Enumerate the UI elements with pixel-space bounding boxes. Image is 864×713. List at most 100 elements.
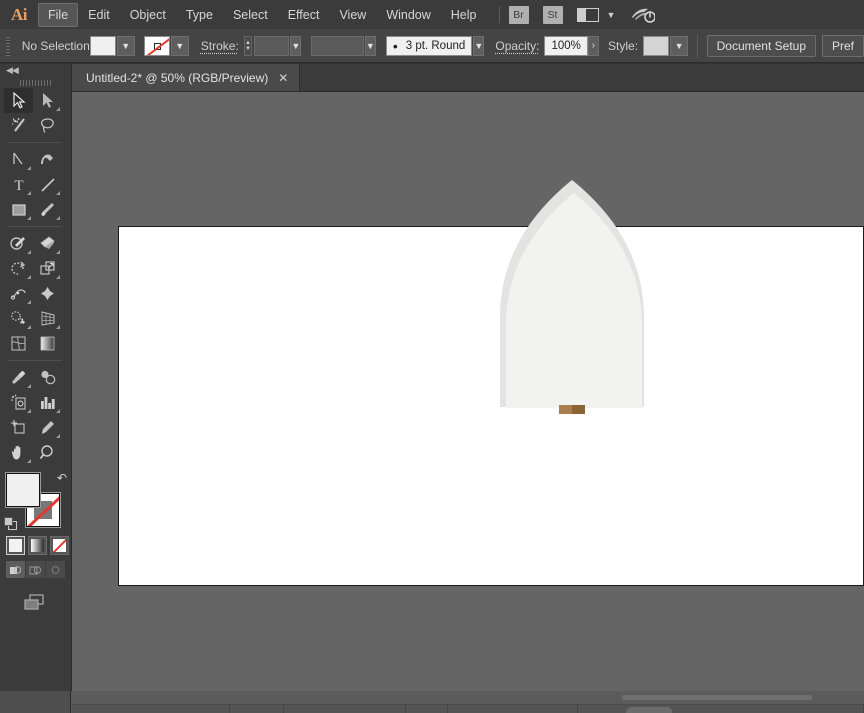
creative-cloud-icon[interactable] <box>631 6 656 24</box>
change-screen-mode-icon[interactable] <box>0 592 71 612</box>
selection-tool[interactable] <box>4 88 33 113</box>
menu-type[interactable]: Type <box>176 3 223 27</box>
opacity-field[interactable]: 100% <box>544 35 588 56</box>
eyedropper-tool[interactable] <box>4 365 33 390</box>
paintbrush-tool[interactable] <box>33 197 62 222</box>
menu-view[interactable]: View <box>329 3 376 27</box>
stroke-weight-field[interactable] <box>254 35 290 56</box>
menu-select[interactable]: Select <box>223 3 278 27</box>
document-tab[interactable]: Untitled-2* @ 50% (RGB/Preview) ✕ <box>72 64 301 91</box>
opacity-label[interactable]: Opacity: <box>495 39 539 53</box>
fill-swatch[interactable] <box>89 35 116 56</box>
menu-help[interactable]: Help <box>441 3 487 27</box>
tools-panel-header: ◀◀ <box>0 64 71 77</box>
color-fill-mode[interactable] <box>6 536 25 555</box>
status-cell <box>578 705 864 713</box>
draw-behind-mode[interactable] <box>26 561 45 578</box>
bridge-button[interactable]: Br <box>508 5 529 24</box>
close-icon[interactable]: ✕ <box>278 72 288 84</box>
direct-selection-tool[interactable] <box>33 88 62 113</box>
menu-edit[interactable]: Edit <box>78 3 120 27</box>
width-tool[interactable] <box>4 281 33 306</box>
type-tool[interactable]: T <box>4 172 33 197</box>
scrollbar-thumb[interactable] <box>622 695 812 700</box>
collapse-panel-icon[interactable]: ◀◀ <box>6 65 19 76</box>
column-graph-tool[interactable] <box>33 390 62 415</box>
free-transform-tool[interactable] <box>33 281 62 306</box>
status-bar-left <box>0 691 71 713</box>
shape-builder-tool[interactable] <box>4 306 33 331</box>
mesh-tool[interactable] <box>4 331 33 356</box>
scale-tool[interactable] <box>33 256 62 281</box>
tool-flyout-indicator <box>56 434 60 438</box>
horizontal-scrollbar[interactable] <box>72 691 864 704</box>
draw-normal-mode[interactable] <box>6 561 25 578</box>
tool-flyout-indicator <box>27 300 31 304</box>
curvature-tool[interactable] <box>33 147 62 172</box>
menu-window[interactable]: Window <box>376 3 440 27</box>
stock-button[interactable]: St <box>542 5 563 24</box>
style-control[interactable]: ▼ <box>643 35 689 56</box>
shaper-tool[interactable] <box>4 231 33 256</box>
gradient-tool[interactable] <box>33 331 62 356</box>
fill-dropdown-icon[interactable]: ▼ <box>116 35 135 56</box>
stroke-profile-dropdown-icon[interactable]: ▼ <box>364 35 376 56</box>
stroke-color-control[interactable]: ▼ <box>143 35 189 56</box>
tool-flyout-indicator <box>27 325 31 329</box>
opacity-expand-icon[interactable]: › <box>587 35 600 56</box>
rotate-tool[interactable] <box>4 256 33 281</box>
app-logo: Ai <box>11 4 28 24</box>
brush-definition-value: 3 pt. Round <box>405 39 466 52</box>
status-bar <box>0 691 864 713</box>
stroke-weight-dropdown-icon[interactable]: ▼ <box>290 35 302 56</box>
lasso-tool[interactable] <box>33 113 62 138</box>
tool-flyout-indicator <box>27 409 31 413</box>
brush-definition-dropdown-icon[interactable]: ▼ <box>473 35 485 56</box>
tool-divider <box>8 226 62 227</box>
none-fill-mode[interactable] <box>50 536 69 555</box>
stroke-swatch[interactable] <box>143 35 170 56</box>
tools-panel-grip[interactable] <box>0 77 71 88</box>
style-dropdown-icon[interactable]: ▼ <box>670 35 689 56</box>
fill-mode-buttons <box>6 536 71 555</box>
hand-tool[interactable] <box>4 440 33 465</box>
fill-color-control[interactable]: ▼ <box>89 35 135 56</box>
artboard <box>118 226 864 586</box>
stroke-dropdown-icon[interactable]: ▼ <box>170 35 189 56</box>
style-swatch[interactable] <box>643 35 670 56</box>
blend-tool[interactable] <box>33 365 62 390</box>
eraser-tool[interactable] <box>33 231 62 256</box>
rectangle-tool[interactable] <box>4 197 33 222</box>
artboard-tool[interactable] <box>4 415 33 440</box>
symbol-sprayer-tool[interactable] <box>4 390 33 415</box>
zoom-tool[interactable] <box>33 440 62 465</box>
stroke-weight-stepper[interactable]: ▲ ▼ <box>243 35 253 56</box>
menu-file[interactable]: File <box>38 2 79 27</box>
canvas-area[interactable] <box>72 92 864 691</box>
magic-wand-tool[interactable] <box>4 113 33 138</box>
pen-tool[interactable] <box>4 147 33 172</box>
document-setup-button[interactable]: Document Setup <box>706 34 816 57</box>
tool-flyout-indicator <box>27 459 31 463</box>
status-cell <box>284 705 406 713</box>
tool-flyout-indicator <box>56 409 60 413</box>
workspace-switcher-icon[interactable]: ▼ <box>576 7 615 22</box>
stroke-label[interactable]: Stroke: <box>201 39 239 53</box>
status-pill[interactable] <box>626 707 672 713</box>
menu-object[interactable]: Object <box>120 3 176 27</box>
tool-flyout-indicator <box>56 275 60 279</box>
fill-color-swatch[interactable] <box>6 473 40 507</box>
draw-inside-mode[interactable] <box>46 561 65 578</box>
default-fill-stroke-icon[interactable] <box>4 517 18 531</box>
brush-definition-field[interactable]: • 3 pt. Round <box>385 35 473 56</box>
gradient-fill-mode[interactable] <box>28 536 47 555</box>
menu-effect[interactable]: Effect <box>278 3 330 27</box>
stroke-profile-field[interactable] <box>311 35 364 56</box>
control-bar-grip[interactable] <box>4 34 10 57</box>
perspective-grid-tool[interactable] <box>33 306 62 331</box>
slice-tool[interactable] <box>33 415 62 440</box>
line-segment-tool[interactable] <box>33 172 62 197</box>
swap-fill-stroke-icon[interactable]: ↶ <box>57 471 67 485</box>
tool-flyout-indicator <box>27 384 31 388</box>
preferences-button[interactable]: Pref <box>822 34 864 57</box>
